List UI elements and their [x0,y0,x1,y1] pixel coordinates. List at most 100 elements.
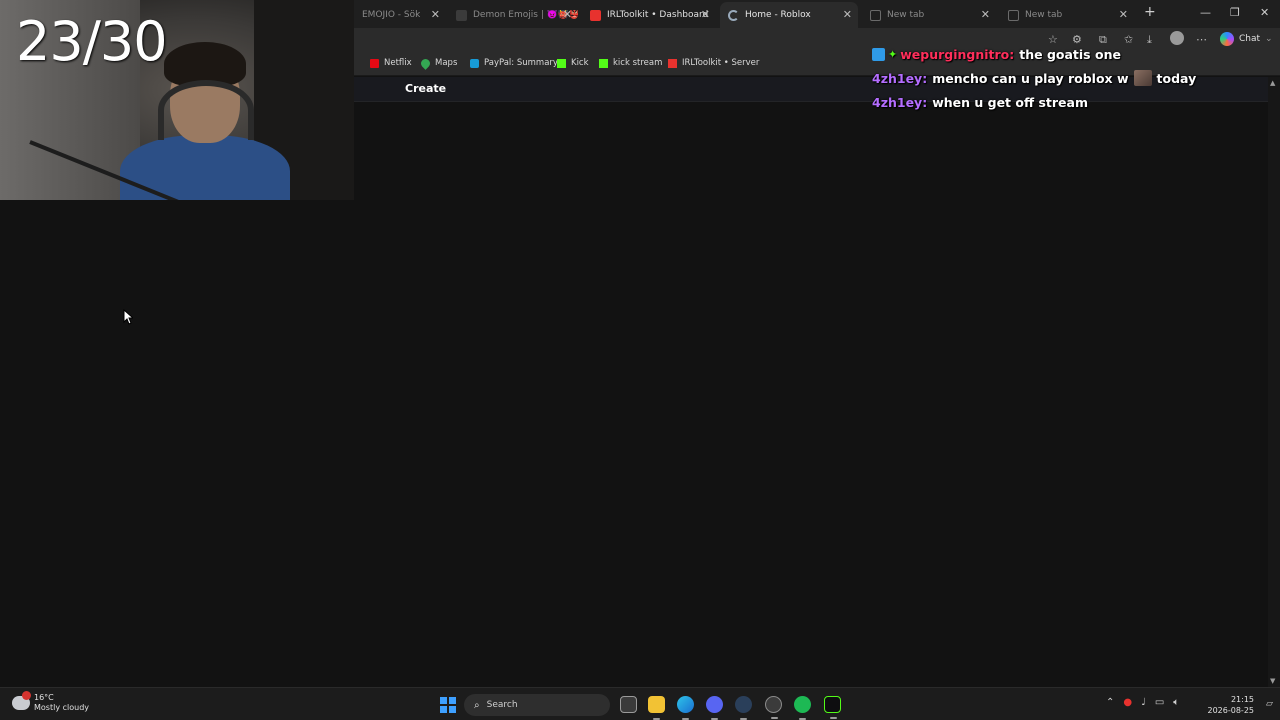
scroll-down-icon[interactable]: ▼ [1270,677,1275,685]
tray-overflow-icon[interactable]: ⌃ [1106,697,1114,708]
chat-text: the goatis one [1019,46,1121,62]
chat-text: today [1156,70,1197,86]
close-tab-icon[interactable]: ✕ [431,8,440,22]
spotify-icon[interactable] [794,696,811,720]
tab-strip: EMOJIO - Sök ✕ Demon Emojis | 👿👹👺 ✕ IRLT… [354,0,1280,28]
edge-browser-icon[interactable] [677,696,694,720]
irltoolkit-tray-icon[interactable]: ● [1123,697,1132,708]
task-view-icon[interactable] [620,696,637,713]
chat-overlay: ✦ wepurgingnitro: the goatis one 4zh1ey:… [872,42,1212,114]
netflix-icon [370,58,379,68]
irltoolkit-favicon-icon [590,9,601,21]
volume-icon[interactable]: 🔈︎ [1173,697,1179,708]
tab-demon-emojis[interactable]: Demon Emojis | 👿👹👺 ✕ [448,2,578,28]
close-tab-icon[interactable]: ✕ [701,8,710,22]
bookmark-paypal[interactable]: PayPal: Summary [470,58,558,68]
tab-title: IRLToolkit • Dashboard [607,10,709,20]
newtab-favicon-icon [1008,9,1019,21]
windows-taskbar: 16°C Mostly cloudy ⌕ Search ⌃ ● ♩ ▭ 🔈︎ 2… [0,687,1280,720]
close-tab-icon[interactable]: ✕ [1119,8,1128,22]
taskbar-clock[interactable]: 21:15 2026-08-25 [1206,694,1255,716]
bookmark-label: Kick [571,58,589,68]
headset [158,80,254,140]
scroll-up-icon[interactable]: ▲ [1270,79,1275,87]
bookmark-kick[interactable]: Kick [557,58,589,68]
maps-pin-icon [419,56,432,70]
tab-home-roblox[interactable]: Home - Roblox ✕ [720,2,858,28]
windows-logo-icon [449,697,456,704]
bookmark-label: PayPal: Summary [484,58,558,68]
network-icon[interactable]: ▭ [1155,697,1164,708]
notifications-icon[interactable]: ▱ [1266,699,1273,709]
bookmark-label: Netflix [384,58,412,68]
chat-text: when u get off stream [932,94,1088,110]
emote-image-icon [1133,70,1152,86]
close-tab-icon[interactable]: ✕ [981,8,990,22]
mouse-cursor-icon [123,309,133,325]
cloud-icon [12,691,31,710]
windows-logo-icon [449,706,456,713]
tab-new-tab-1[interactable]: New tab ✕ [862,2,996,28]
star-badge-icon: ✦ [888,47,898,61]
tab-title: New tab [1025,10,1063,20]
close-window-icon[interactable]: ✕ [1260,6,1269,19]
new-tab-icon[interactable]: + [1144,4,1156,20]
chat-username: 4zh1ey: [872,94,928,110]
microphone-icon[interactable]: ♩ [1141,697,1146,708]
irltoolkit-icon [668,58,677,68]
restore-icon[interactable]: ❐ [1230,6,1240,19]
kick-icon [599,58,608,68]
clock-time: 21:15 [1230,695,1254,704]
taskbar-search[interactable]: ⌕ Search [464,694,610,716]
bookmark-label: kick stream [613,58,663,68]
weather-widget[interactable]: 16°C Mostly cloudy [12,691,89,713]
minimize-icon[interactable]: — [1200,6,1211,19]
tab-emojio[interactable]: EMOJIO - Sök ✕ [354,2,446,28]
close-tab-icon[interactable]: ✕ [843,8,852,22]
page-scrollbar[interactable]: ▲ ▼ [1268,77,1280,687]
steam-icon[interactable] [735,696,752,720]
bookmark-irltoolkit-server[interactable]: IRLToolkit • Server [668,58,759,68]
newtab-favicon-icon [870,9,881,21]
clock-date: 2026-08-25 [1207,706,1255,715]
discord-icon[interactable] [706,696,723,720]
windows-logo-icon [440,706,447,713]
chat-username: 4zh1ey: [872,70,928,86]
start-button[interactable] [440,697,456,713]
weather-text: 16°C Mostly cloudy [34,693,89,713]
kick-icon [557,58,566,68]
webcam-overlay: 23/30 [0,0,354,200]
chat-message: 4zh1ey: when u get off stream [872,90,1212,114]
kick-app-icon[interactable] [824,696,841,719]
chat-username: wepurgingnitro: [900,46,1015,62]
tab-new-tab-2[interactable]: New tab ✕ [1000,2,1134,28]
file-explorer-icon[interactable] [648,696,665,720]
weather-desc: Mostly cloudy [34,703,89,712]
chevron-down-icon: ⌄ [1265,34,1273,44]
page-favicon-icon [456,9,467,21]
tab-irltoolkit-dashboard[interactable]: IRLToolkit • Dashboard ✕ [582,2,716,28]
bookmark-netflix[interactable]: Netflix [370,58,412,68]
loading-spinner-icon [728,9,739,21]
copilot-icon [1220,32,1234,46]
bookmark-label: Maps [435,58,458,68]
goal-counter: 23/30 [16,10,168,73]
paypal-icon [470,58,479,68]
chat-label: Chat [1239,34,1261,44]
tab-title: EMOJIO - Sök [362,10,421,20]
search-placeholder: Search [486,700,518,710]
nav-create-link[interactable]: Create [405,82,446,95]
obs-icon[interactable] [765,696,782,719]
bookmark-label: IRLToolkit • Server [682,58,760,68]
weather-temp: 16°C [34,693,54,702]
tab-title: New tab [887,10,925,20]
copilot-chat-button[interactable]: Chat ⌄ [1220,32,1273,46]
close-tab-icon[interactable]: ✕ [563,8,572,22]
windows-logo-icon [440,697,447,704]
bookmark-kick-stream[interactable]: kick stream [599,58,662,68]
tab-title: Home - Roblox [745,10,811,20]
bookmark-maps[interactable]: Maps [419,56,458,70]
chat-message: 4zh1ey: mencho can u play roblox w today [872,66,1212,90]
alert-dot-icon [22,691,31,700]
roblox-page: Create [354,77,1268,687]
